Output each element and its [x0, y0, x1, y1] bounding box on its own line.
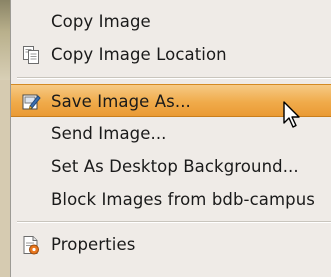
menu-item-copy-image[interactable]: Copy Image [11, 5, 331, 38]
menu-item-label: Copy Image [51, 12, 151, 31]
menu-item-label: Copy Image Location [51, 45, 227, 64]
menu-item-label: Set As Desktop Background... [51, 157, 299, 176]
menu-item-label: Send Image... [51, 124, 167, 143]
menu-separator [17, 77, 331, 79]
menu-separator [17, 221, 331, 223]
background-image [0, 0, 10, 80]
copy-icon [21, 45, 41, 65]
menu-item-properties[interactable]: Properties [11, 228, 331, 261]
menu-item-block-images[interactable]: Block Images from bdb-campus [11, 183, 331, 216]
menu-item-label: Save Image As... [51, 92, 191, 111]
mouse-cursor-icon [283, 101, 303, 131]
menu-item-label: Properties [51, 235, 136, 254]
menu-item-set-as-desktop-background[interactable]: Set As Desktop Background... [11, 150, 331, 183]
menu-item-label: Block Images from bdb-campus [51, 190, 315, 209]
menu-item-copy-image-location[interactable]: Copy Image Location [11, 38, 331, 71]
properties-icon [21, 235, 41, 255]
context-menu: Copy Image Copy Image Location Save Imag… [10, 0, 331, 277]
save-as-icon [21, 92, 41, 112]
